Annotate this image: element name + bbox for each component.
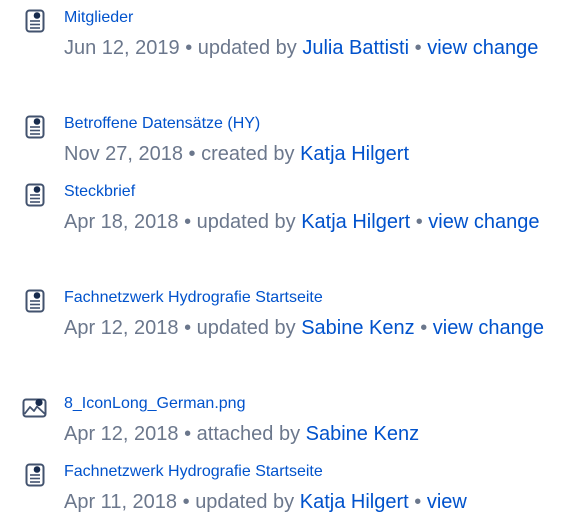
meta-separator: • [182,491,190,513]
user-link[interactable]: Sabine Kenz [301,317,414,339]
user-link[interactable]: Katja Hilgert [301,211,410,233]
meta-separator: • [414,491,422,513]
user-link[interactable]: Katja Hilgert [300,491,409,513]
meta-separator: • [185,37,193,59]
activity-date: Jun 12, 2019 [64,37,180,59]
activity-action: created by [201,143,295,165]
activity-date: Apr 12, 2018 [64,423,179,445]
view-change-link-word-1: view [428,211,469,233]
activity-item-title-link[interactable]: Betroffene Datensätze (HY) [64,114,260,134]
page-icon [22,114,48,140]
view-change-link[interactable]: view change [428,211,539,233]
page-icon [22,462,48,488]
page-icon [22,8,48,34]
meta-separator: • [420,317,428,339]
view-change-link[interactable]: view [427,491,467,513]
activity-action: attached by [196,423,301,445]
meta-separator: • [184,211,192,233]
activity-action: updated by [196,317,296,339]
activity-date: Nov 27, 2018 [64,143,183,165]
user-link[interactable]: Sabine Kenz [306,423,419,445]
page-icon [22,182,48,208]
view-change-link-word-2: change [473,211,540,233]
meta-separator: • [184,423,192,445]
activity-item-title-link[interactable]: Fachnetzwerk Hydrografie Startseite [64,288,323,308]
view-change-link[interactable]: view change [433,317,544,339]
meta-separator: • [415,211,423,233]
activity-item-title-link[interactable]: Fachnetzwerk Hydrografie Startseite [64,462,323,482]
page-icon [22,288,48,314]
activity-date: Apr 18, 2018 [64,211,179,233]
activity-date: Apr 12, 2018 [64,317,179,339]
user-link[interactable]: Julia Battisti [302,37,409,59]
view-change-link-word-1: view [426,491,467,513]
view-change-link-word-2: change [478,317,544,339]
view-change-link[interactable]: view change [427,37,538,59]
activity-item-title-link[interactable]: 8_IconLong_German.png [64,394,245,414]
activity-action: updated by [195,491,295,513]
view-change-link-word-1: view [427,37,468,59]
view-change-link-word-2: change [472,37,539,59]
activity-item-meta: Apr 12, 2018 • attached by Sabine Kenz [64,418,560,450]
activity-action: updated by [197,37,297,59]
activity-item-meta: Nov 27, 2018 • created by Katja Hilgert [64,138,560,170]
activity-item-meta: Apr 12, 2018 • updated by Sabine Kenz • … [64,312,560,344]
view-change-link-word-1: view [432,317,473,339]
activity-item-title-link[interactable]: Mitglieder [64,8,133,28]
activity-date: Apr 11, 2018 [64,491,178,513]
activity-item-meta: Apr 11, 2018 • updated by Katja Hilgert … [64,486,560,518]
recent-activity-feed: Mitglieder Jun 12, 2019 • updated by Jul… [0,0,576,516]
activity-action: updated by [196,211,296,233]
meta-separator: • [414,37,422,59]
activity-item-title-link[interactable]: Steckbrief [64,182,135,202]
activity-item-meta: Jun 12, 2019 • updated by Julia Battisti… [64,32,560,64]
meta-separator: • [188,143,196,165]
activity-item-meta: Apr 18, 2018 • updated by Katja Hilgert … [64,206,560,238]
image-icon [22,394,48,420]
user-link[interactable]: Katja Hilgert [300,143,409,165]
meta-separator: • [184,317,192,339]
